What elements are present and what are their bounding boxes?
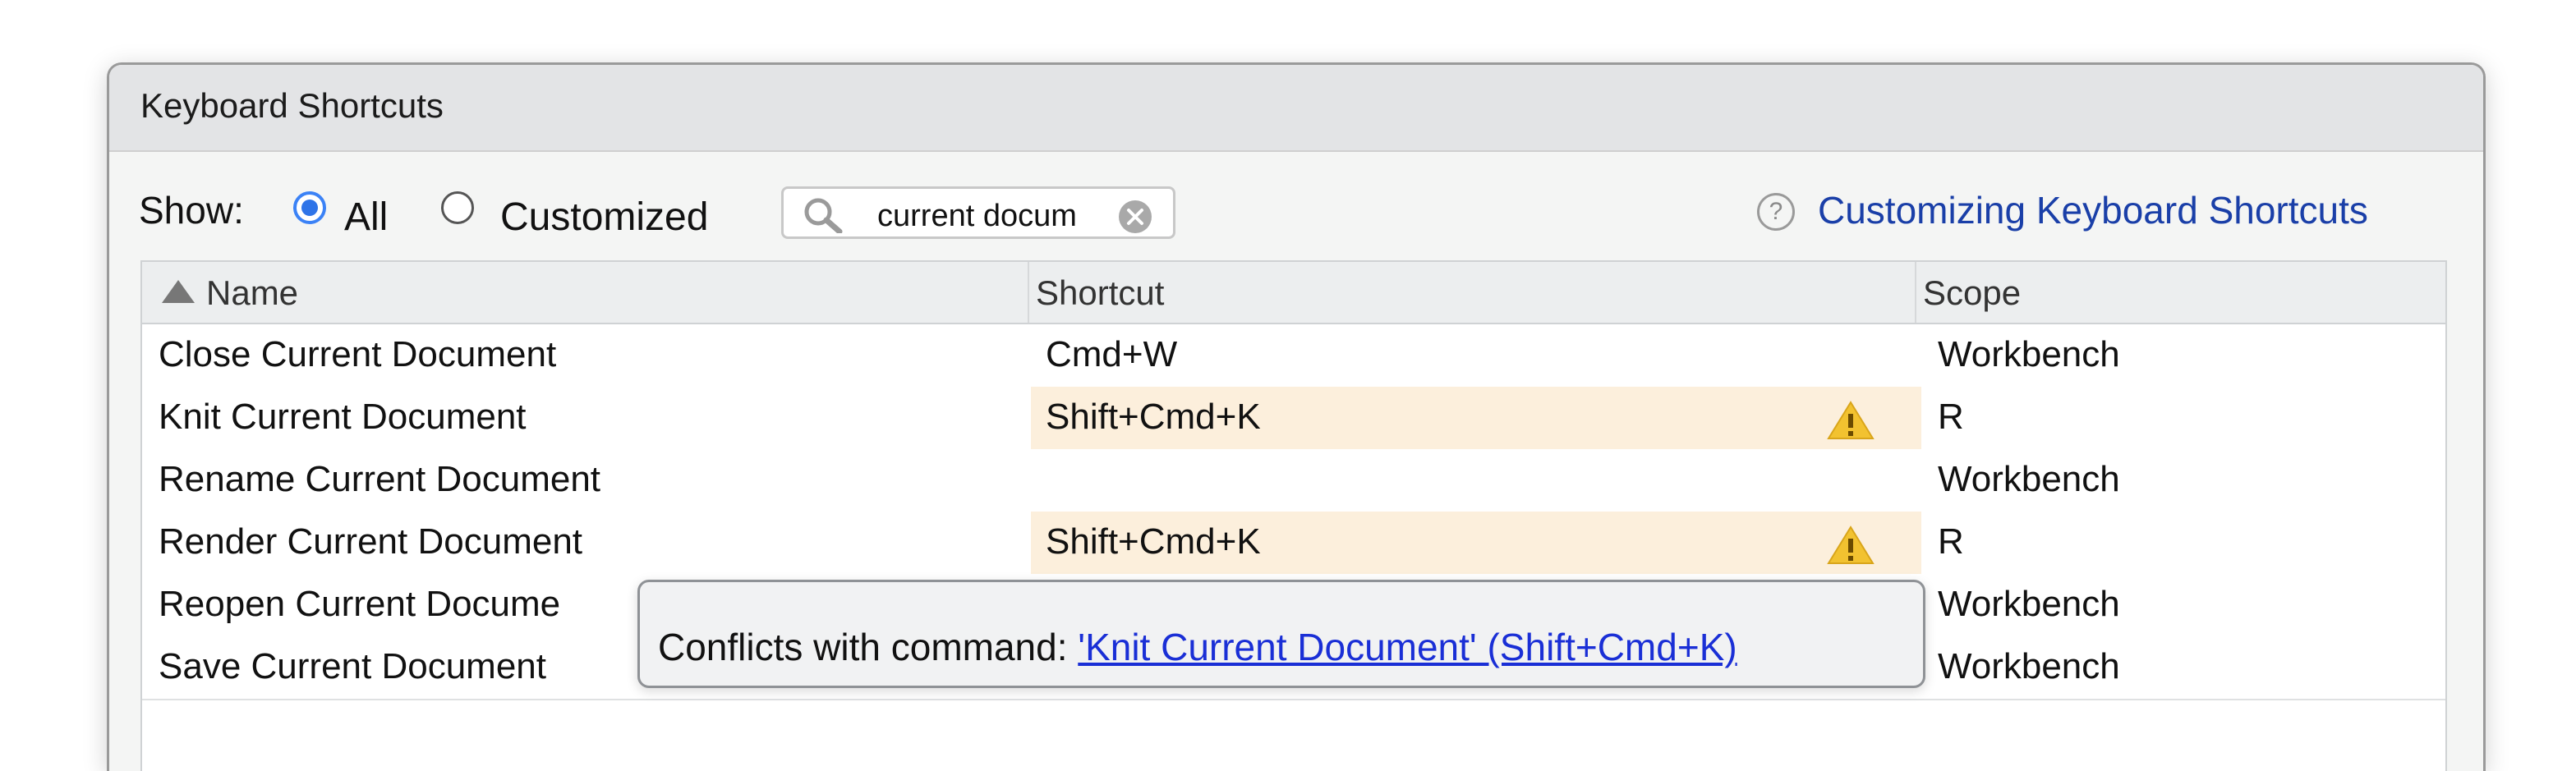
warning-icon[interactable]: [1826, 525, 1875, 566]
table-header: Name Shortcut Scope: [142, 262, 2445, 324]
row-shortcut[interactable]: Shift+Cmd+K: [1046, 397, 1261, 438]
radio-customized[interactable]: [441, 191, 474, 224]
question-circle-icon[interactable]: ?: [1757, 193, 1795, 231]
column-header-shortcut[interactable]: Shortcut: [1036, 273, 1164, 313]
show-label: Show:: [139, 189, 244, 232]
clear-search-icon[interactable]: [1119, 200, 1152, 233]
column-divider[interactable]: [1028, 262, 1029, 323]
tooltip-prefix: Conflicts with command:: [658, 626, 1079, 668]
warning-icon[interactable]: [1826, 400, 1875, 441]
conflict-command-link[interactable]: 'Knit Current Document' (Shift+Cmd+K): [1078, 626, 1736, 668]
column-header-scope[interactable]: Scope: [1923, 273, 2021, 313]
dialog-title: Keyboard Shortcuts: [140, 86, 444, 125]
row-name: Close Current Document: [159, 334, 557, 374]
column-divider[interactable]: [1915, 262, 1916, 323]
radio-all[interactable]: [293, 191, 326, 224]
row-scope: Workbench: [1938, 334, 2120, 374]
conflict-tooltip: Conflicts with command: 'Knit Current Do…: [637, 580, 1925, 688]
row-name: Rename Current Document: [159, 459, 601, 499]
customizing-shortcuts-link[interactable]: Customizing Keyboard Shortcuts: [1818, 188, 2368, 232]
table-row[interactable]: Render Current Document Shift+Cmd+K R: [142, 512, 2445, 576]
table-row[interactable]: Rename Current Document Workbench: [142, 449, 2445, 513]
row-scope: Workbench: [1938, 584, 2120, 624]
row-shortcut[interactable]: Cmd+W: [1046, 334, 1177, 375]
row-scope: Workbench: [1938, 646, 2120, 686]
row-name: Knit Current Document: [159, 397, 527, 437]
row-scope: R: [1938, 397, 1964, 437]
sort-ascending-icon: [162, 280, 195, 303]
row-shortcut[interactable]: Shift+Cmd+K: [1046, 521, 1261, 562]
row-scope: Workbench: [1938, 459, 2120, 499]
search-icon: [804, 198, 843, 233]
table-row[interactable]: Close Current Document Cmd+W Workbench: [142, 324, 2445, 388]
row-scope: R: [1938, 521, 1964, 562]
search-value: current docum: [877, 199, 1077, 233]
radio-all-label[interactable]: All: [344, 195, 388, 240]
row-name: Save Current Document: [159, 646, 546, 686]
radio-customized-label[interactable]: Customized: [500, 195, 708, 240]
table-row[interactable]: Knit Current Document Shift+Cmd+K R: [142, 387, 2445, 451]
row-name: Reopen Current Docume: [159, 584, 561, 624]
tooltip-text: Conflicts with command: 'Knit Current Do…: [658, 625, 1737, 669]
column-header-name[interactable]: Name: [206, 273, 298, 313]
search-input[interactable]: current docum: [781, 186, 1175, 239]
dialog-titlebar[interactable]: Keyboard Shortcuts: [109, 65, 2483, 152]
shortcuts-table: Name Shortcut Scope Close Current Docume…: [140, 260, 2447, 771]
row-name: Render Current Document: [159, 521, 583, 562]
